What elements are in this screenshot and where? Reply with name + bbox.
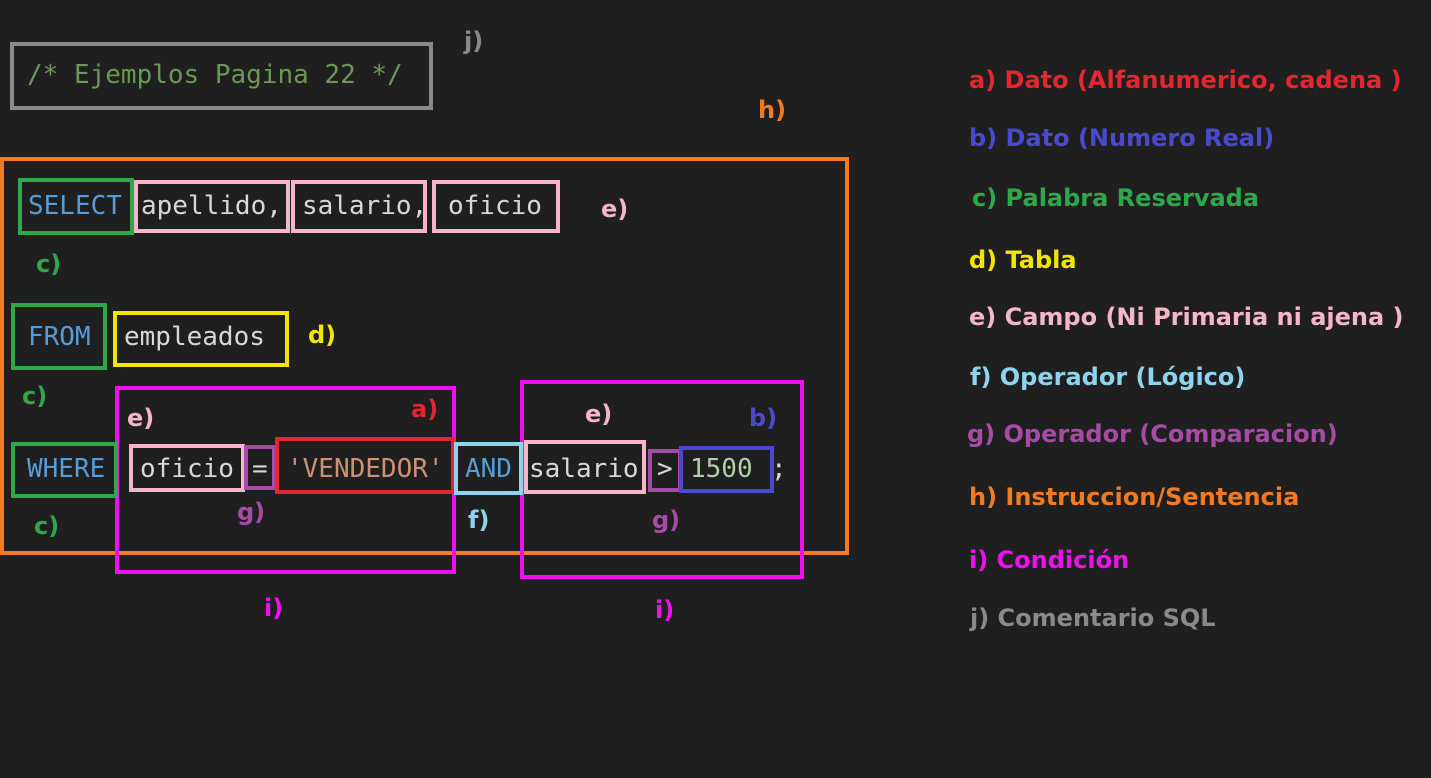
cond2-field: salario [529, 454, 639, 484]
legend-item-comment: j) Comentario SQL [970, 604, 1216, 632]
logical-operator: AND [465, 454, 512, 484]
tag-c-select: c) [36, 250, 62, 278]
tag-f-and: f) [468, 506, 490, 534]
legend-item-table: d) Tabla [969, 246, 1077, 274]
tag-i-cond2: i) [655, 596, 675, 624]
legend-item-field: e) Campo (Ni Primaria ni ajena ) [969, 303, 1404, 331]
cond1-value: 'VENDEDOR' [287, 454, 444, 484]
legend-item-comparison-operator: g) Operador (Comparacion) [967, 420, 1338, 448]
tag-b-cond2: b) [749, 404, 778, 432]
field-salario: salario, [302, 191, 428, 221]
tag-h: h) [758, 96, 787, 124]
where-keyword: WHERE [27, 454, 106, 484]
tag-g-cond2: g) [652, 506, 681, 534]
from-keyword: FROM [28, 322, 91, 352]
select-keyword: SELECT [28, 191, 122, 221]
cond1-field: oficio [140, 454, 234, 484]
legend-item-data-number: b) Dato (Numero Real) [969, 124, 1275, 152]
statement-terminator: ; [771, 454, 787, 484]
tag-c-where: c) [34, 512, 60, 540]
cond2-operator: > [657, 454, 673, 484]
tag-e-select: e) [601, 195, 629, 223]
tag-i-cond1: i) [264, 594, 284, 622]
sql-comment: /* Ejemplos Pagina 22 */ [27, 60, 403, 90]
tag-e-cond1: e) [127, 404, 155, 432]
tag-e-cond2: e) [585, 400, 613, 428]
legend-item-logical-operator: f) Operador (Lógico) [970, 363, 1246, 391]
field-oficio: oficio [448, 191, 542, 221]
tag-a-cond1: a) [411, 395, 439, 423]
cond1-operator: = [252, 454, 268, 484]
legend-item-condition: i) Condición [969, 546, 1130, 574]
table-name: empleados [124, 322, 265, 352]
legend-item-data-string: a) Dato (Alfanumerico, cadena ) [969, 66, 1402, 94]
cond2-value: 1500 [690, 454, 753, 484]
tag-j: j) [464, 27, 484, 55]
tag-g-cond1: g) [237, 498, 266, 526]
legend-item-keyword: c) Palabra Reservada [972, 184, 1260, 212]
tag-d-from: d) [308, 321, 337, 349]
field-apellido: apellido, [141, 191, 282, 221]
legend-item-statement: h) Instruccion/Sentencia [969, 483, 1300, 511]
tag-c-from: c) [22, 382, 48, 410]
